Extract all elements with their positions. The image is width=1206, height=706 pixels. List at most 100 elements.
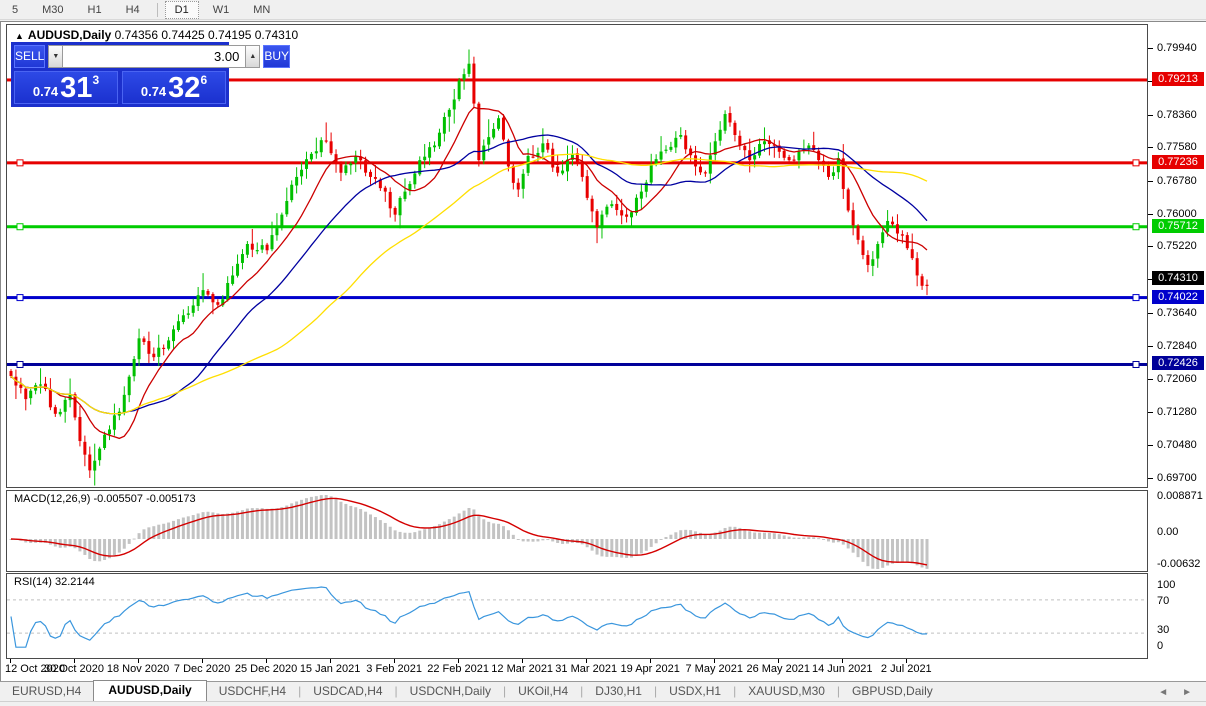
price-axis-label: 100	[1157, 579, 1175, 591]
buy-price-prefix: 0.74	[141, 84, 166, 99]
axis-tick	[1148, 379, 1153, 380]
toolbar-separator	[157, 3, 158, 17]
line-handle	[17, 361, 23, 367]
price-badge: 0.74022	[1152, 290, 1204, 304]
collapse-triangle-icon[interactable]: ▲	[15, 31, 24, 41]
price-axis-label: 0.00	[1157, 526, 1178, 538]
axis-tick	[1148, 478, 1153, 479]
level-line	[7, 296, 1147, 299]
axis-tick	[1148, 313, 1153, 314]
line-handle	[17, 295, 23, 301]
chart-title-symbol: AUDUSD,Daily	[28, 28, 111, 42]
rsi-canvas	[7, 574, 1147, 658]
chart-tab-usdx-h1[interactable]: USDX,H1	[657, 682, 733, 701]
sell-price-button[interactable]: 0.74 31 3	[14, 71, 118, 104]
ma-medium-line	[11, 135, 927, 414]
timeframe-button-w1[interactable]: W1	[203, 1, 240, 19]
price-axis-label: 0.79940	[1157, 42, 1197, 54]
level-line	[7, 225, 1147, 228]
chart-tab-usdcnh-daily[interactable]: USDCNH,Daily	[398, 682, 503, 701]
volume-decrease-button[interactable]: ▼	[48, 45, 63, 68]
volume-increase-button[interactable]: ▲	[245, 45, 260, 68]
price-badge: 0.74310	[1152, 271, 1204, 285]
date-label: 30 Oct 2020	[44, 663, 104, 675]
chart-title: ▲AUDUSD,Daily 0.74356 0.74425 0.74195 0.…	[15, 28, 298, 42]
rsi-line	[11, 587, 927, 647]
price-axis-label: 0.70480	[1157, 439, 1197, 451]
line-handle	[1133, 224, 1139, 230]
price-axis-label: 0.008871	[1157, 490, 1203, 502]
timeframe-button-h4[interactable]: H4	[116, 1, 150, 19]
candlestick-series	[10, 49, 929, 485]
date-label: 3 Feb 2021	[366, 663, 422, 675]
ma-slow-line	[11, 154, 927, 414]
date-axis: 12 Oct 202030 Oct 202018 Nov 20207 Dec 2…	[1, 659, 1206, 681]
chart-tab-usdchf-h4[interactable]: USDCHF,H4	[207, 682, 298, 701]
price-axis-label: 70	[1157, 595, 1169, 607]
chart-tab-gbpusd-daily[interactable]: GBPUSD,Daily	[840, 682, 945, 701]
price-axis: 0.799400.791600.783600.775800.767800.760…	[1148, 22, 1206, 682]
sell-price-big: 31	[60, 75, 92, 102]
timeframe-button-d1[interactable]: D1	[165, 1, 199, 19]
macd-histogram	[10, 495, 929, 569]
price-axis-label: 0.78360	[1157, 109, 1197, 121]
price-badge: 0.77236	[1152, 155, 1204, 169]
chart-tab-bar: EURUSD,H4AUDUSD,DailyUSDCHF,H4|USDCAD,H4…	[0, 681, 1206, 701]
axis-tick	[1148, 147, 1153, 148]
price-axis-label: 0.75220	[1157, 240, 1197, 252]
date-label: 12 Mar 2021	[491, 663, 553, 675]
date-label: 19 Apr 2021	[621, 663, 680, 675]
axis-tick	[1148, 246, 1153, 247]
price-axis-label: 0.69700	[1157, 472, 1197, 484]
sell-price-sup: 3	[92, 73, 99, 87]
date-label: 26 May 2021	[746, 663, 810, 675]
date-label: 25 Dec 2020	[235, 663, 297, 675]
price-axis-label: -0.00632	[1157, 558, 1200, 570]
price-axis-label: 0.72840	[1157, 340, 1197, 352]
macd-panel[interactable]: MACD(12,26,9) -0.005507 -0.005173	[6, 490, 1148, 572]
buy-button[interactable]: BUY	[263, 45, 290, 68]
tab-scroll-right-icon[interactable]: ►	[1182, 687, 1192, 698]
axis-tick	[1148, 115, 1153, 116]
chart-tab-xauusd-m30[interactable]: XAUUSD,M30	[736, 682, 837, 701]
timeframe-button-mn[interactable]: MN	[243, 1, 280, 19]
chart-tab-eurusd-h4[interactable]: EURUSD,H4	[0, 682, 93, 701]
sell-price-prefix: 0.74	[33, 84, 58, 99]
tab-scroll-left-icon[interactable]: ◄	[1158, 687, 1168, 698]
price-axis-label: 0.76780	[1157, 175, 1197, 187]
date-label: 15 Jan 2021	[300, 663, 361, 675]
date-label: 7 May 2021	[685, 663, 742, 675]
chart-window: ▲AUDUSD,Daily 0.74356 0.74425 0.74195 0.…	[0, 21, 1206, 681]
chart-tab-dj30-h1[interactable]: DJ30,H1	[583, 682, 654, 701]
line-handle	[17, 160, 23, 166]
timeframe-button-5[interactable]: 5	[2, 1, 28, 19]
one-click-trade-panel: SELL ▼ ▲ BUY 0.74 31 3 0.74 32 6	[11, 42, 229, 107]
price-badge: 0.72426	[1152, 356, 1204, 370]
timeframe-button-h1[interactable]: H1	[78, 1, 112, 19]
chart-tab-usdcad-h4[interactable]: USDCAD,H4	[301, 682, 394, 701]
rsi-panel[interactable]: RSI(14) 32.2144	[6, 573, 1148, 659]
macd-label: MACD(12,26,9) -0.005507 -0.005173	[14, 493, 196, 505]
price-badge: 0.79213	[1152, 72, 1204, 86]
volume-input[interactable]	[63, 45, 245, 68]
timeframe-button-m30[interactable]: M30	[32, 1, 73, 19]
price-axis-label: 30	[1157, 624, 1169, 636]
date-label: 2 Jul 2021	[881, 663, 932, 675]
axis-tick	[1148, 214, 1153, 215]
status-strip	[0, 701, 1206, 706]
axis-tick	[1148, 181, 1153, 182]
date-label: 14 Jun 2021	[812, 663, 873, 675]
buy-price-button[interactable]: 0.74 32 6	[122, 71, 226, 104]
chart-tab-audusd-daily[interactable]: AUDUSD,Daily	[93, 680, 206, 701]
axis-tick	[1148, 48, 1153, 49]
line-handle	[1133, 361, 1139, 367]
price-badge: 0.75712	[1152, 219, 1204, 233]
date-label: 18 Nov 2020	[107, 663, 169, 675]
date-label: 31 Mar 2021	[555, 663, 617, 675]
price-axis-label: 0	[1157, 640, 1163, 652]
date-label: 22 Feb 2021	[427, 663, 489, 675]
chart-tab-ukoil-h4[interactable]: UKOil,H4	[506, 682, 580, 701]
axis-tick	[1148, 445, 1153, 446]
line-handle	[1133, 160, 1139, 166]
sell-button[interactable]: SELL	[14, 45, 45, 68]
